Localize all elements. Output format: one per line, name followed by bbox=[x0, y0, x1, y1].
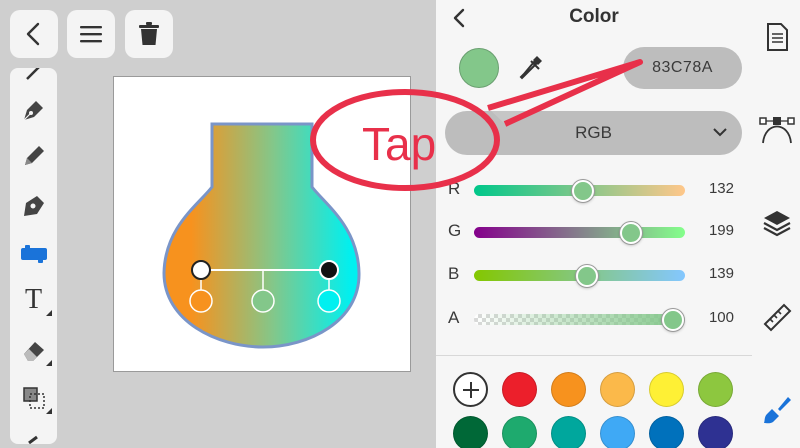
slider-thumb-blue[interactable] bbox=[576, 265, 598, 287]
tool-transform[interactable] bbox=[10, 378, 57, 418]
tool-pencil[interactable] bbox=[10, 136, 57, 176]
eyedropper-icon[interactable] bbox=[518, 54, 544, 84]
palette-color-chip[interactable] bbox=[551, 416, 586, 448]
tool-partial-bottom[interactable] bbox=[10, 420, 57, 444]
back-button[interactable] bbox=[10, 10, 58, 58]
palette-color-chip[interactable] bbox=[649, 416, 684, 448]
slider-row-blue: B 139 bbox=[436, 262, 752, 290]
slider-label-blue: B bbox=[448, 264, 460, 283]
panel-divider bbox=[436, 355, 752, 356]
palette-color-chip[interactable] bbox=[698, 372, 733, 407]
tool-submenu-indicator bbox=[46, 408, 52, 414]
palette-color-chip[interactable] bbox=[453, 416, 488, 448]
gradient-stop-green[interactable] bbox=[251, 289, 275, 313]
pen-nib-icon bbox=[23, 101, 43, 121]
chevron-down-icon bbox=[713, 128, 727, 137]
brush-icon[interactable] bbox=[762, 395, 792, 425]
slider-value-alpha[interactable]: 100 bbox=[694, 309, 734, 326]
shape-pen-icon bbox=[23, 196, 44, 216]
tool-strip: T bbox=[10, 68, 57, 444]
add-color-button[interactable] bbox=[453, 372, 488, 407]
slider-row-green: G 199 bbox=[436, 219, 752, 247]
gradient-end-handle[interactable] bbox=[319, 260, 339, 280]
slider-label-alpha: A bbox=[448, 308, 460, 327]
slider-label-green: G bbox=[448, 221, 462, 240]
menu-button[interactable] bbox=[67, 10, 115, 58]
back-arrow-icon bbox=[26, 22, 40, 46]
gradient-start-handle[interactable] bbox=[191, 260, 211, 280]
eraser-icon bbox=[23, 342, 44, 361]
tool-submenu-indicator bbox=[46, 310, 52, 316]
palette-color-chip[interactable] bbox=[551, 372, 586, 407]
slider-value-red[interactable]: 132 bbox=[694, 180, 734, 197]
tool-text[interactable]: T bbox=[10, 280, 57, 320]
tool-shape-pen[interactable] bbox=[10, 186, 57, 226]
right-icon-rail bbox=[752, 0, 800, 448]
transform-icon bbox=[22, 387, 45, 409]
hex-value-field[interactable]: 83C78A bbox=[623, 47, 742, 89]
tool-ruler-active[interactable] bbox=[10, 234, 57, 274]
color-panel: Color 83C78A RGB R 132 G 199 B 139 A 100 bbox=[436, 0, 752, 448]
tool-eraser[interactable] bbox=[10, 330, 57, 370]
color-mode-select[interactable]: RGB bbox=[445, 111, 742, 155]
hamburger-menu-icon bbox=[80, 26, 102, 43]
tool-submenu-indicator bbox=[46, 360, 52, 366]
panel-title: Color bbox=[569, 6, 619, 27]
tool-partial-icon bbox=[27, 435, 38, 444]
slider-value-green[interactable]: 199 bbox=[694, 222, 734, 239]
palette-color-chip[interactable] bbox=[502, 416, 537, 448]
document-icon[interactable] bbox=[762, 22, 792, 52]
palette-color-chip[interactable] bbox=[649, 372, 684, 407]
ruler-tool-icon bbox=[20, 245, 47, 263]
gradient-stop-cyan[interactable] bbox=[317, 289, 341, 313]
layers-icon[interactable] bbox=[762, 208, 792, 238]
plus-icon bbox=[462, 381, 479, 398]
pen-tool-partial-icon bbox=[25, 68, 40, 80]
palette-color-chip[interactable] bbox=[698, 416, 733, 448]
palette-color-chip[interactable] bbox=[502, 372, 537, 407]
trash-icon bbox=[139, 22, 159, 45]
slider-label-red: R bbox=[448, 179, 461, 198]
slider-thumb-alpha[interactable] bbox=[662, 309, 684, 331]
bezier-icon[interactable] bbox=[759, 113, 795, 147]
slider-row-red: R 132 bbox=[436, 177, 752, 205]
text-tool-icon: T bbox=[24, 284, 43, 315]
slider-thumb-green[interactable] bbox=[620, 222, 642, 244]
palette-color-chip[interactable] bbox=[600, 416, 635, 448]
palette-color-chip[interactable] bbox=[600, 372, 635, 407]
current-color-swatch[interactable] bbox=[459, 48, 499, 88]
gradient-stop-orange[interactable] bbox=[189, 289, 213, 313]
ruler-icon[interactable] bbox=[762, 302, 792, 332]
color-mode-label: RGB bbox=[575, 123, 612, 142]
slider-row-alpha: A 100 bbox=[436, 306, 752, 334]
slider-track-green[interactable] bbox=[474, 227, 685, 238]
slider-thumb-red[interactable] bbox=[572, 180, 594, 202]
slider-value-blue[interactable]: 139 bbox=[694, 265, 734, 282]
tool-pen[interactable] bbox=[10, 90, 57, 130]
delete-button[interactable] bbox=[125, 10, 173, 58]
tap-callout-text: Tap bbox=[362, 118, 437, 170]
slider-track-alpha[interactable] bbox=[474, 314, 685, 325]
pencil-icon bbox=[24, 146, 44, 165]
flask-shape[interactable] bbox=[162, 122, 361, 349]
